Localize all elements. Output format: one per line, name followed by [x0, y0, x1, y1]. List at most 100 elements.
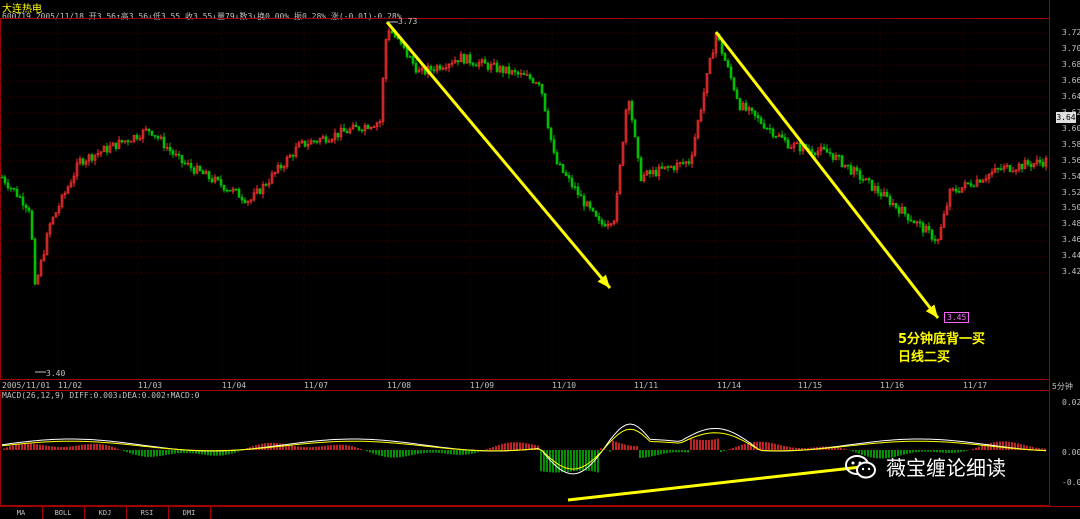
- candle-body: [660, 166, 664, 169]
- candle-body: [837, 155, 841, 157]
- candle-body: [603, 223, 607, 227]
- candle-body: [996, 168, 1000, 170]
- candle-body: [528, 74, 532, 79]
- candle-body: [3, 176, 7, 184]
- candle-body: [780, 134, 784, 138]
- candle-body: [849, 165, 853, 175]
- candle-body: [966, 182, 970, 184]
- wechat-icon: [844, 452, 878, 482]
- tab-boll[interactable]: BOLL: [42, 507, 85, 519]
- candle-body: [462, 53, 466, 64]
- candle-body: [9, 187, 13, 190]
- candle-body: [888, 196, 892, 205]
- candle-body: [1041, 162, 1045, 167]
- tab-kdj[interactable]: KDJ: [84, 507, 127, 519]
- candle-body: [576, 186, 580, 195]
- candle-body: [30, 210, 34, 240]
- candle-body: [192, 167, 196, 174]
- candle-body: [846, 164, 850, 167]
- watermark-text: 薇宝缠论细读: [886, 456, 1006, 480]
- candle-body: [768, 127, 772, 130]
- candle-body: [738, 98, 742, 111]
- tab-ma[interactable]: MA: [0, 507, 43, 519]
- candle-body: [201, 170, 205, 175]
- candle-body: [771, 128, 775, 137]
- candle-body: [1026, 160, 1030, 165]
- candle-body: [549, 127, 553, 141]
- candle-body: [543, 93, 547, 112]
- candle-body: [930, 229, 934, 240]
- candle-body: [429, 65, 433, 71]
- candle-body: [162, 136, 166, 149]
- candle-body: [567, 175, 571, 179]
- candle-body: [216, 176, 220, 180]
- candle-body: [342, 127, 346, 132]
- candle-body: [258, 188, 262, 195]
- candle-body: [855, 167, 859, 172]
- candle-body: [303, 140, 307, 147]
- candle-body: [81, 158, 85, 165]
- annotation-daily-buy: 日线二买: [898, 350, 951, 365]
- candle-body: [750, 107, 754, 112]
- candle-body: [114, 142, 118, 149]
- candle-body: [636, 136, 640, 159]
- candle-body: [672, 166, 676, 170]
- tab-dmi[interactable]: DMI: [168, 507, 211, 519]
- candle-body: [726, 60, 730, 68]
- candle-body: [558, 163, 562, 166]
- candle-body: [18, 196, 22, 198]
- candle-body: [168, 146, 172, 152]
- candle-body: [516, 71, 520, 75]
- candle-body: [414, 62, 418, 73]
- candle-body: [24, 204, 28, 209]
- candle-body: [786, 139, 790, 149]
- candle-body: [0, 176, 4, 179]
- candle-body: [537, 82, 541, 85]
- candle-body: [366, 125, 370, 130]
- candle-body: [633, 119, 637, 138]
- candle-body: [978, 179, 982, 183]
- candle-body: [666, 166, 670, 168]
- candle-body: [228, 189, 232, 192]
- candle-body: [897, 207, 901, 214]
- candle-body: [522, 72, 526, 76]
- candle-body: [867, 178, 871, 181]
- candle-body: [432, 69, 436, 72]
- candle-body: [234, 188, 238, 191]
- candle-body: [237, 188, 241, 198]
- candle-body: [552, 139, 556, 153]
- candle-body: [1020, 163, 1024, 170]
- candle-body: [972, 185, 976, 188]
- candle-body: [207, 171, 211, 179]
- candle-body: [501, 66, 505, 73]
- candle-body: [408, 56, 412, 58]
- last-low-marker: 3.45: [944, 312, 970, 323]
- candle-body: [540, 83, 544, 94]
- candle-body: [732, 77, 736, 91]
- candle-body: [171, 150, 175, 155]
- candle-body: [471, 62, 475, 66]
- candle-body: [894, 202, 898, 208]
- candle-body: [135, 135, 139, 140]
- candle-body: [6, 182, 10, 189]
- candle-body: [783, 137, 787, 141]
- divergence-line: [567, 464, 871, 502]
- candle-body: [147, 128, 151, 132]
- candle-body: [291, 154, 295, 157]
- tab-rsi[interactable]: RSI: [126, 507, 169, 519]
- candle-body: [561, 163, 565, 173]
- candle-body: [513, 70, 517, 73]
- candle-body: [870, 179, 874, 191]
- candle-body: [840, 155, 844, 168]
- low-marker-label: 3.40: [46, 369, 66, 378]
- candle-body: [243, 199, 247, 203]
- candle-body: [687, 161, 691, 164]
- trend-arrow-2: [714, 31, 940, 319]
- candle-body: [594, 210, 598, 217]
- candle-body: [681, 162, 685, 164]
- annotation-buy-point: 5分钟底背一买: [898, 332, 986, 347]
- candle-body: [999, 168, 1003, 170]
- candle-body: [315, 141, 319, 143]
- candle-body: [648, 170, 652, 175]
- candle-body: [312, 140, 316, 143]
